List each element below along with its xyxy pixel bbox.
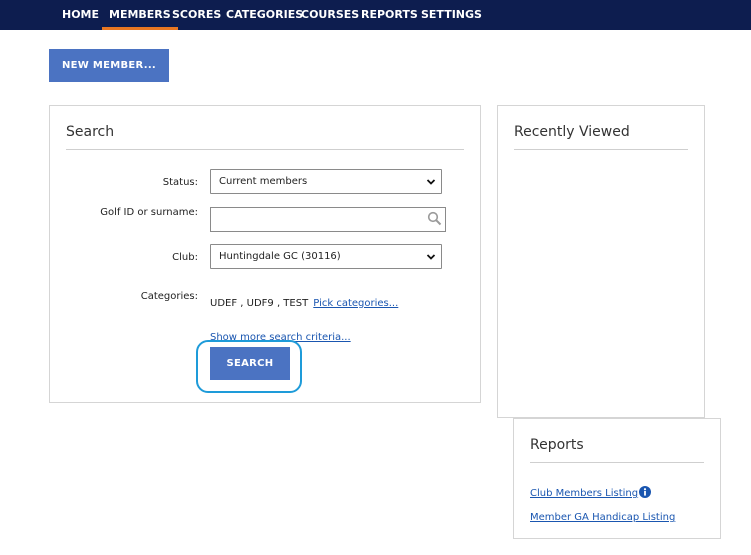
golf-id-label: Golf ID or surname: bbox=[100, 207, 198, 218]
club-label: Club: bbox=[172, 252, 198, 263]
nav-courses[interactable]: COURSES bbox=[301, 0, 359, 30]
club-select-value: Huntingdale GC (30116) bbox=[219, 251, 341, 262]
nav-members[interactable]: MEMBERS bbox=[102, 0, 178, 30]
golf-id-input[interactable] bbox=[210, 207, 446, 232]
reports-title: Reports bbox=[530, 437, 584, 453]
categories-row: UDEF , UDF9 , TEST Pick categories... bbox=[210, 291, 398, 310]
pick-categories-link[interactable]: Pick categories... bbox=[313, 298, 398, 309]
club-select[interactable]: Huntingdale GC (30116) bbox=[210, 244, 442, 269]
chevron-down-icon bbox=[426, 254, 436, 260]
status-select-value: Current members bbox=[219, 176, 308, 187]
recently-viewed-panel bbox=[497, 105, 705, 418]
nav-reports[interactable]: REPORTS bbox=[361, 0, 418, 30]
info-icon[interactable] bbox=[639, 485, 652, 498]
nav-settings[interactable]: SETTINGS bbox=[421, 0, 482, 30]
search-button[interactable]: SEARCH bbox=[210, 347, 290, 380]
status-select[interactable]: Current members bbox=[210, 169, 442, 194]
top-nav: HOME MEMBERS SCORES CATEGORIES COURSES R… bbox=[0, 0, 751, 30]
categories-value: UDEF , UDF9 , TEST bbox=[210, 298, 309, 309]
recently-viewed-title: Recently Viewed bbox=[514, 124, 630, 140]
nav-categories[interactable]: CATEGORIES bbox=[226, 0, 303, 30]
new-member-button[interactable]: NEW MEMBER... bbox=[49, 49, 169, 82]
search-panel-divider bbox=[66, 149, 464, 150]
magnifier-icon[interactable] bbox=[427, 211, 442, 226]
report-item-club-members: Club Members Listing bbox=[530, 481, 652, 500]
member-ga-handicap-listing-link[interactable]: Member GA Handicap Listing bbox=[530, 512, 675, 523]
chevron-down-icon bbox=[426, 179, 436, 185]
club-members-listing-link[interactable]: Club Members Listing bbox=[530, 488, 638, 499]
categories-label: Categories: bbox=[140, 291, 198, 302]
search-panel-title: Search bbox=[66, 124, 115, 140]
reports-divider bbox=[530, 462, 704, 463]
nav-home[interactable]: HOME bbox=[62, 0, 99, 30]
status-label: Status: bbox=[162, 177, 198, 188]
nav-scores[interactable]: SCORES bbox=[172, 0, 221, 30]
recently-viewed-divider bbox=[514, 149, 688, 150]
report-item-ga-handicap: Member GA Handicap Listing bbox=[530, 505, 675, 524]
